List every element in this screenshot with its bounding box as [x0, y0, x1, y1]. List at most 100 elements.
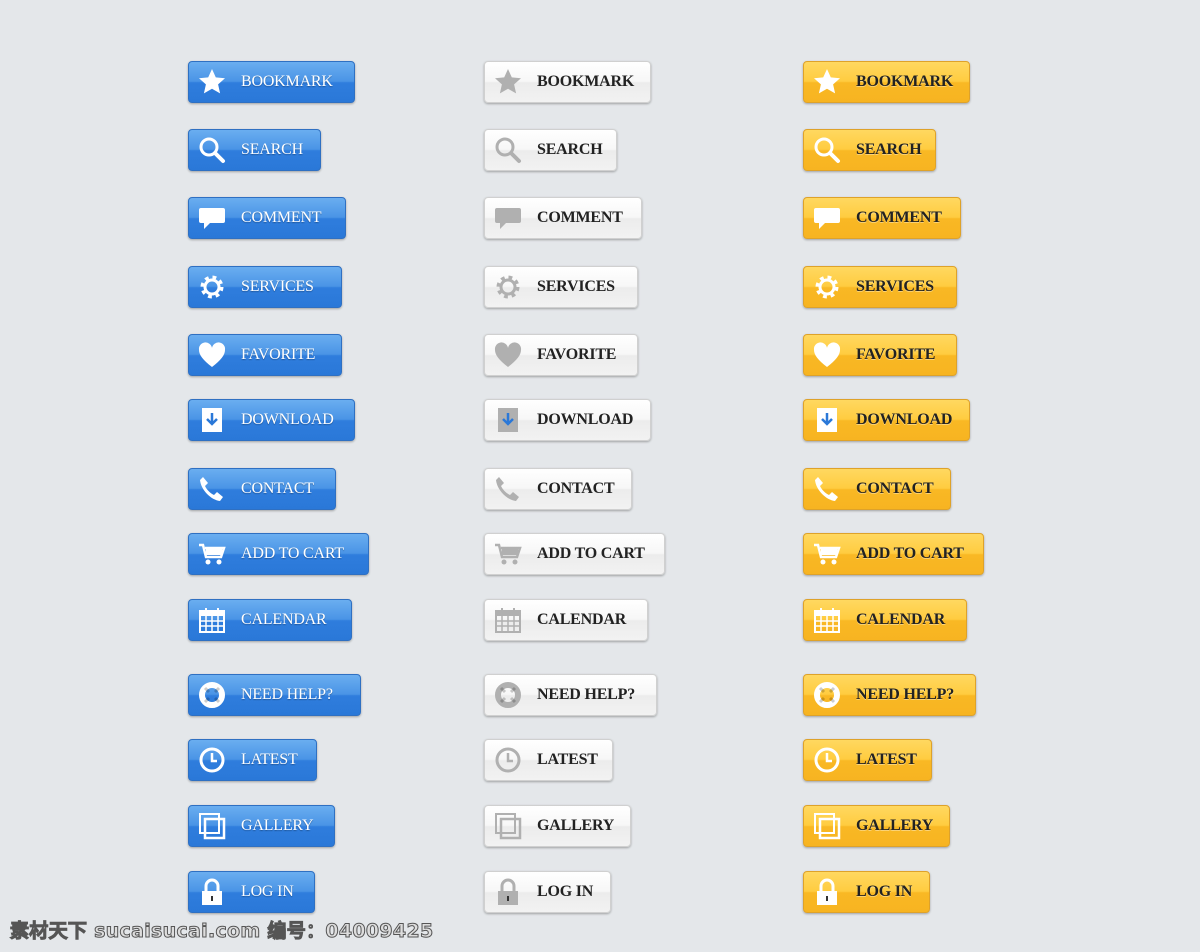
button-label: FAVORITE: [241, 346, 316, 363]
download-icon: [812, 405, 842, 435]
gallery-icon: [812, 811, 842, 841]
lock-icon: [493, 877, 523, 907]
yellow-cart-button[interactable]: ADD TO CART: [803, 533, 984, 575]
white-comment-button[interactable]: COMMENT: [484, 197, 642, 239]
blue-comment-button[interactable]: COMMENT: [188, 197, 346, 239]
white-lifebuoy-button[interactable]: NEED HELP?: [484, 674, 657, 716]
gear-icon: [493, 272, 523, 302]
button-label: CALENDAR: [856, 611, 946, 628]
yellow-calendar-button[interactable]: CALENDAR: [803, 599, 967, 641]
calendar-icon: [197, 605, 227, 635]
button-label: LOG IN: [856, 883, 913, 900]
heart-icon: [493, 340, 523, 370]
blue-heart-button[interactable]: FAVORITE: [188, 334, 342, 376]
button-label: CONTACT: [537, 480, 615, 497]
button-label: FAVORITE: [856, 346, 936, 363]
white-calendar-button[interactable]: CALENDAR: [484, 599, 648, 641]
blue-cart-button[interactable]: ADD TO CART: [188, 533, 369, 575]
button-label: LATEST: [537, 751, 598, 768]
yellow-gallery-button[interactable]: GALLERY: [803, 805, 950, 847]
button-label: COMMENT: [241, 209, 322, 226]
button-label: DOWNLOAD: [856, 411, 953, 428]
blue-gallery-button[interactable]: GALLERY: [188, 805, 335, 847]
yellow-search-button[interactable]: SEARCH: [803, 129, 936, 171]
white-gallery-button[interactable]: GALLERY: [484, 805, 631, 847]
yellow-star-button[interactable]: BOOKMARK: [803, 61, 970, 103]
lifebuoy-icon: [812, 680, 842, 710]
blue-phone-button[interactable]: CONTACT: [188, 468, 336, 510]
white-clock-button[interactable]: LATEST: [484, 739, 613, 781]
comment-icon: [812, 203, 842, 233]
white-lock-button[interactable]: LOG IN: [484, 871, 611, 913]
phone-icon: [812, 474, 842, 504]
button-label: ADD TO CART: [856, 545, 964, 562]
button-label: COMMENT: [856, 209, 942, 226]
button-label: CONTACT: [856, 480, 934, 497]
calendar-icon: [812, 605, 842, 635]
button-label: BOOKMARK: [537, 73, 635, 90]
white-star-button[interactable]: BOOKMARK: [484, 61, 651, 103]
heart-icon: [197, 340, 227, 370]
star-icon: [493, 67, 523, 97]
blue-search-button[interactable]: SEARCH: [188, 129, 321, 171]
comment-icon: [197, 203, 227, 233]
blue-clock-button[interactable]: LATEST: [188, 739, 317, 781]
button-label: SERVICES: [537, 278, 615, 295]
comment-icon: [493, 203, 523, 233]
white-download-button[interactable]: DOWNLOAD: [484, 399, 651, 441]
button-label: NEED HELP?: [856, 686, 955, 703]
clock-icon: [197, 745, 227, 775]
button-label: SEARCH: [241, 141, 303, 158]
blue-gear-button[interactable]: SERVICES: [188, 266, 342, 308]
button-label: SEARCH: [856, 141, 922, 158]
blue-download-button[interactable]: DOWNLOAD: [188, 399, 355, 441]
button-label: CALENDAR: [537, 611, 627, 628]
button-label: DOWNLOAD: [241, 411, 334, 428]
button-label: BOOKMARK: [856, 73, 954, 90]
download-icon: [197, 405, 227, 435]
blue-star-button[interactable]: BOOKMARK: [188, 61, 355, 103]
lock-icon: [197, 877, 227, 907]
button-label: GALLERY: [856, 817, 934, 834]
white-heart-button[interactable]: FAVORITE: [484, 334, 638, 376]
button-label: SERVICES: [241, 278, 314, 295]
button-label: SEARCH: [537, 141, 603, 158]
button-label: CONTACT: [241, 480, 314, 497]
gear-icon: [197, 272, 227, 302]
white-phone-button[interactable]: CONTACT: [484, 468, 632, 510]
search-icon: [197, 135, 227, 165]
button-label: LOG IN: [241, 883, 294, 900]
white-gear-button[interactable]: SERVICES: [484, 266, 638, 308]
phone-icon: [197, 474, 227, 504]
phone-icon: [493, 474, 523, 504]
white-cart-button[interactable]: ADD TO CART: [484, 533, 665, 575]
button-label: GALLERY: [537, 817, 615, 834]
yellow-comment-button[interactable]: COMMENT: [803, 197, 961, 239]
white-search-button[interactable]: SEARCH: [484, 129, 617, 171]
button-label: LATEST: [856, 751, 917, 768]
blue-lock-button[interactable]: LOG IN: [188, 871, 315, 913]
cart-icon: [812, 539, 842, 569]
yellow-lifebuoy-button[interactable]: NEED HELP?: [803, 674, 976, 716]
blue-calendar-button[interactable]: CALENDAR: [188, 599, 352, 641]
clock-icon: [812, 745, 842, 775]
gear-icon: [812, 272, 842, 302]
yellow-download-button[interactable]: DOWNLOAD: [803, 399, 970, 441]
lifebuoy-icon: [197, 680, 227, 710]
yellow-lock-button[interactable]: LOG IN: [803, 871, 930, 913]
yellow-clock-button[interactable]: LATEST: [803, 739, 932, 781]
yellow-phone-button[interactable]: CONTACT: [803, 468, 951, 510]
button-label: ADD TO CART: [241, 545, 344, 562]
button-label: NEED HELP?: [241, 686, 333, 703]
clock-icon: [493, 745, 523, 775]
heart-icon: [812, 340, 842, 370]
yellow-gear-button[interactable]: SERVICES: [803, 266, 957, 308]
yellow-heart-button[interactable]: FAVORITE: [803, 334, 957, 376]
button-label: CALENDAR: [241, 611, 327, 628]
button-label: COMMENT: [537, 209, 623, 226]
watermark: 素材天下 sucaisucai.com 编号：04009425: [10, 920, 434, 943]
button-label: GALLERY: [241, 817, 314, 834]
button-label: DOWNLOAD: [537, 411, 634, 428]
blue-lifebuoy-button[interactable]: NEED HELP?: [188, 674, 361, 716]
search-icon: [493, 135, 523, 165]
